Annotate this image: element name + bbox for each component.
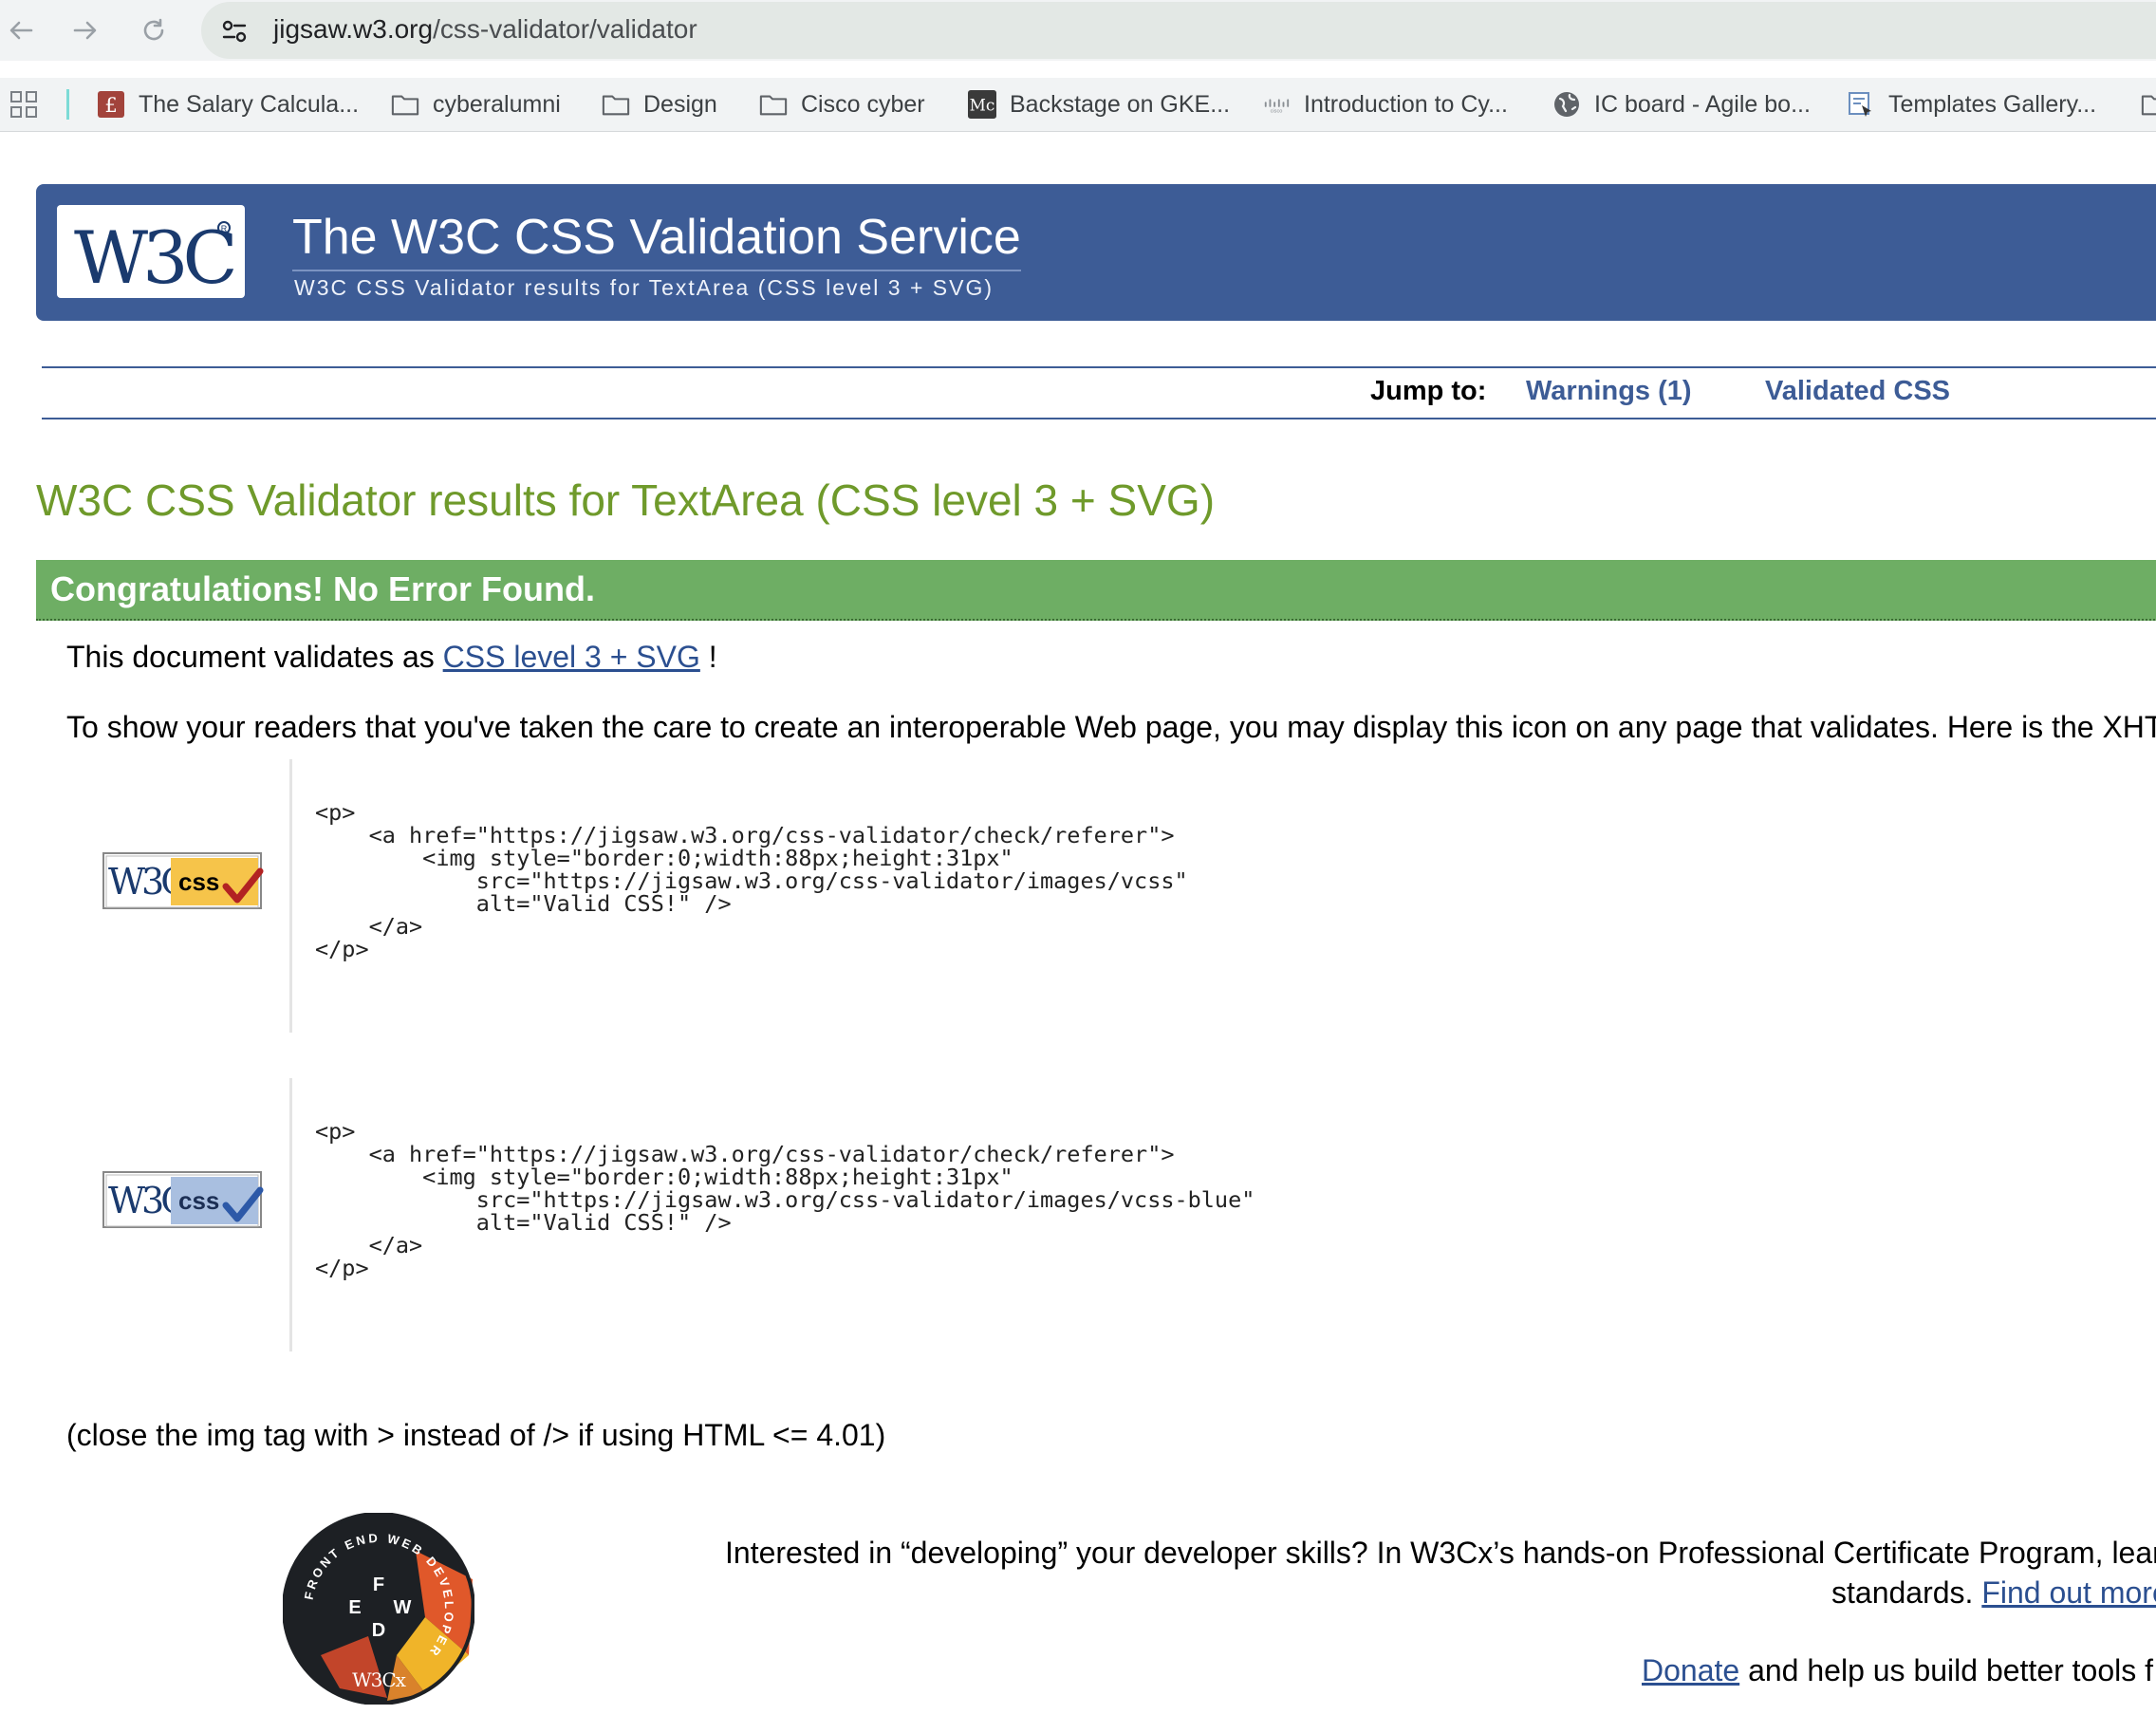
find-out-more-link[interactable]: Find out more (1981, 1575, 2156, 1610)
medium-icon: Mc (968, 90, 996, 119)
donate-link[interactable]: Donate (1642, 1653, 1739, 1687)
service-subtitle: W3C CSS Validator results for TextArea (… (294, 275, 994, 300)
svg-text:£: £ (104, 94, 117, 117)
cisco-icon: cisco (1262, 90, 1291, 119)
badge-css-text: css (178, 1186, 219, 1215)
code-snippet-text[interactable]: <p> <a href="https://jigsaw.w3.org/css-v… (315, 801, 1188, 960)
close-tag-note: (close the img tag with > instead of /> … (66, 1418, 886, 1452)
w3cx-badge[interactable]: FRONT END WEB DEVELOPER F E W D W3Cx (282, 1512, 475, 1705)
validates-suffix: ! (708, 640, 717, 674)
code-snippet-blue: <p> <a href="https://jigsaw.w3.org/css-v… (289, 1078, 2152, 1351)
donate-suffix: and help us build better tools f (1748, 1653, 2154, 1687)
w3c-logo[interactable]: W3C R (57, 205, 245, 300)
browser-toolbar: jigsaw.w3.org/css-validator/validator (0, 0, 2156, 61)
url-text: jigsaw.w3.org/css-validator/validator (273, 14, 697, 45)
valid-css-badge-gold: W3C css (102, 852, 270, 911)
validates-prefix: This document validates as (66, 640, 435, 674)
apps-grid-icon[interactable] (9, 90, 38, 119)
bookmark-label: IC board - Agile bo... (1594, 90, 1811, 118)
globe-icon (1552, 90, 1581, 119)
code-snippet-gold: <p> <a href="https://jigsaw.w3.org/css-v… (289, 759, 2152, 1033)
site-settings-icon[interactable] (218, 15, 251, 47)
jump-label: Jump to: (1370, 376, 1487, 406)
pound-icon: £ (97, 90, 125, 119)
promo-line: Interested in “developing” your develope… (725, 1536, 2156, 1570)
svg-text:R: R (221, 224, 228, 233)
bookmark-item[interactable]: cyberalumni (391, 84, 561, 125)
bookmarks-separator (66, 89, 69, 120)
bookmark-item[interactable]: cisco Introduction to Cy... (1262, 84, 1508, 125)
badge-css-text: css (178, 867, 219, 896)
bookmark-item[interactable] (2141, 84, 2156, 125)
folder-icon (391, 90, 419, 119)
valid-css-badge-blue: W3C css (102, 1171, 270, 1230)
badge-letter: F (373, 1575, 384, 1595)
bookmark-label: Introduction to Cy... (1304, 90, 1508, 118)
bookmark-label: Backstage on GKE... (1010, 90, 1231, 118)
jump-bar: Jump to: Warnings (1) Validated CSS (42, 366, 2156, 419)
jump-validated-css-link[interactable]: Validated CSS (1765, 376, 1950, 407)
reload-icon[interactable] (133, 9, 175, 51)
back-icon[interactable] (0, 9, 42, 51)
bookmark-label: cyberalumni (433, 90, 561, 118)
bookmark-item[interactable]: £ The Salary Calcula... (97, 84, 359, 125)
folder-icon (2141, 90, 2156, 119)
results-title: W3C CSS Validator results for TextArea (… (36, 475, 1216, 525)
service-title[interactable]: The W3C CSS Validation Service (292, 209, 1021, 271)
promo-line-2: standards. Find out more (1831, 1575, 2156, 1611)
css-level-link[interactable]: CSS level 3 + SVG (443, 640, 700, 674)
w3c-logo-text: W3C (74, 215, 233, 298)
jump-warnings-link[interactable]: Warnings (1) (1526, 376, 1692, 407)
badge-letter: E (348, 1597, 361, 1618)
svg-text:cisco: cisco (1271, 108, 1283, 114)
forward-icon[interactable] (65, 9, 106, 51)
address-bar[interactable]: jigsaw.w3.org/css-validator/validator (201, 2, 2156, 59)
bookmark-label: Templates Gallery... (1888, 90, 2097, 118)
bookmark-item[interactable]: Cisco cyber (759, 84, 925, 125)
validates-paragraph: This document validates as CSS level 3 +… (66, 640, 717, 675)
bookmark-item[interactable]: IC board - Agile bo... (1552, 84, 1811, 125)
congrats-banner: Congratulations! No Error Found. (36, 560, 2156, 621)
bookmark-item[interactable]: Mc Backstage on GKE... (968, 84, 1230, 125)
bookmark-label: Cisco cyber (801, 90, 925, 118)
congrats-text: Congratulations! No Error Found. (50, 569, 595, 608)
donate-line: Donate and help us build better tools f (1642, 1653, 2153, 1688)
bookmarks-bar: £ The Salary Calcula... cyberalumni Desi… (0, 78, 2156, 132)
folder-icon (602, 90, 630, 119)
bookmark-label: The Salary Calcula... (139, 90, 360, 118)
promo-standards: standards. (1831, 1575, 1974, 1610)
folder-icon (759, 90, 788, 119)
badge-brand-text: W3Cx (352, 1668, 407, 1691)
url-host: jigsaw.w3.org (273, 14, 434, 44)
badge-letter: D (372, 1620, 385, 1641)
site-header: W3C R The W3C CSS Validation Service W3C… (36, 184, 2156, 321)
bookmark-item[interactable]: Templates Gallery... (1847, 84, 2096, 125)
template-icon (1847, 90, 1875, 119)
badge-letter: W (394, 1597, 412, 1618)
code-snippet-text[interactable]: <p> <a href="https://jigsaw.w3.org/css-v… (315, 1120, 1255, 1279)
bookmark-label: Design (643, 90, 717, 118)
svg-text:Mc: Mc (970, 96, 995, 115)
url-path: /css-validator/validator (433, 14, 697, 44)
show-readers-paragraph: To show your readers that you've taken t… (66, 710, 2156, 744)
bookmark-item[interactable]: Design (602, 84, 717, 125)
